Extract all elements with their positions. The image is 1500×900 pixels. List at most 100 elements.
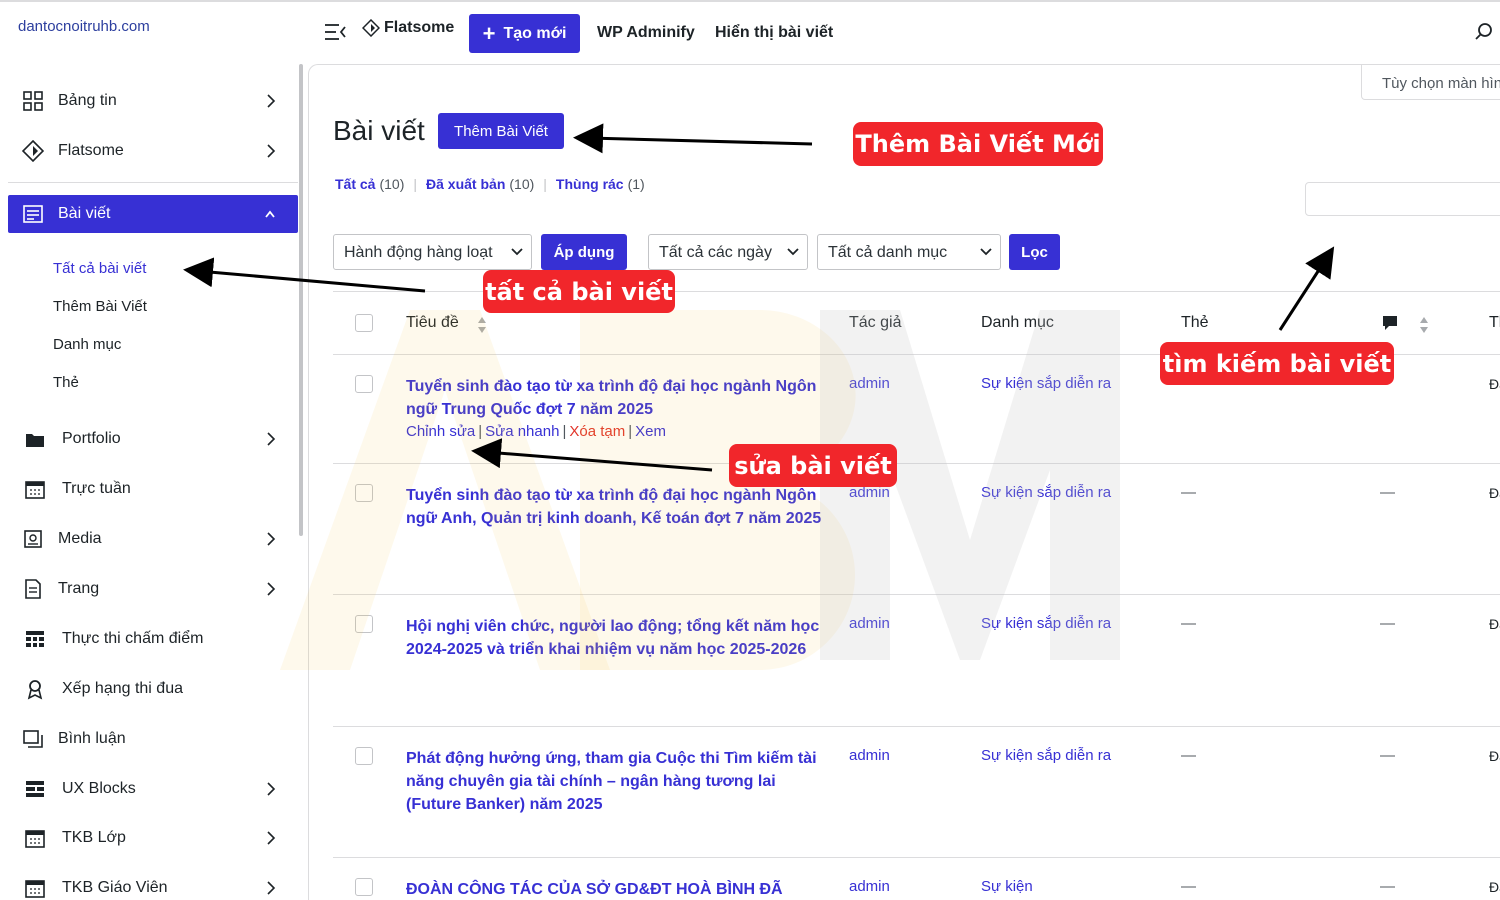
sidebar-item-duty[interactable]: Trực tuần (8, 470, 298, 508)
post-author-link[interactable]: admin (849, 615, 890, 632)
post-comments: — (1380, 747, 1395, 764)
sidebar-divider (8, 182, 298, 183)
post-category-link[interactable]: Sự kiện sắp diễn ra (981, 615, 1111, 632)
view-link[interactable]: Xem (635, 423, 666, 440)
sidebar-item-label: TKB Lớp (62, 829, 126, 846)
sidebar-item-posts[interactable]: Bài viết (8, 195, 298, 233)
sidebar-item-flatsome[interactable]: Flatsome (8, 132, 298, 170)
sidebar-item-dashboard[interactable]: Bảng tin (8, 82, 298, 120)
chevron-right-icon (267, 782, 276, 796)
sidebar-item-label: Flatsome (58, 142, 124, 159)
screen-options-tab[interactable]: Tùy chọn màn hình (1361, 65, 1500, 100)
show-posts-link[interactable]: Hiển thị bài viết (715, 24, 833, 42)
media-icon (24, 530, 42, 548)
column-title[interactable]: Tiêu đề (406, 314, 459, 332)
wp-adminify-link[interactable]: WP Adminify (597, 24, 695, 42)
main-content: Tùy chọn màn hình Bài viết Thêm Bài Viết… (308, 64, 1500, 900)
post-category-link[interactable]: Sự kiện sắp diễn ra (981, 747, 1111, 764)
table-row: ĐOÀN CÔNG TÁC CỦA SỞ GD&ĐT HOÀ BÌNH ĐÃ a… (333, 858, 1500, 900)
filter-trash-link[interactable]: Thùng rác (556, 176, 624, 192)
sidebar-item-teacher-timetable[interactable]: TKB Giáo Viên (8, 869, 298, 900)
chevron-right-icon (267, 432, 276, 446)
sidebar-item-class-timetable[interactable]: TKB Lớp (8, 819, 298, 857)
filter-all-link[interactable]: Tất cả (335, 176, 375, 192)
chevron-right-icon (267, 144, 276, 158)
submenu-categories[interactable]: Danh mục (53, 336, 121, 353)
post-category-link[interactable]: Sự kiện (981, 878, 1033, 895)
submenu-tags[interactable]: Thẻ (53, 374, 79, 391)
column-date[interactable]: Th (1489, 314, 1500, 332)
column-author: Tác giả (849, 314, 902, 331)
sidebar-item-label: Bài viết (58, 205, 111, 222)
sort-icon[interactable] (477, 316, 487, 334)
table-row: Phát động hưởng ứng, tham gia Cuộc thi T… (333, 727, 1500, 858)
action-separator: | (562, 423, 567, 440)
menu-collapse-icon[interactable] (324, 22, 346, 42)
add-new-post-button[interactable]: Thêm Bài Viết (438, 113, 564, 149)
sidebar-item-comments[interactable]: Bình luận (8, 720, 298, 758)
column-tags: Thẻ (1181, 314, 1209, 331)
chevron-down-icon (787, 248, 799, 256)
post-comments: — (1380, 484, 1395, 501)
comment-icon (23, 730, 43, 748)
calendar-icon (25, 481, 45, 499)
post-tags: — (1181, 747, 1196, 764)
sidebar-scrollbar[interactable] (299, 64, 303, 536)
post-date: Đã (1489, 879, 1500, 895)
sidebar-item-media[interactable]: Media (8, 520, 298, 558)
filter-separator: | (543, 176, 547, 192)
chevron-right-icon (267, 881, 276, 895)
submenu-all-posts[interactable]: Tất cả bài viết (53, 260, 146, 277)
select-all-checkbox[interactable] (355, 314, 373, 332)
row-checkbox[interactable] (355, 484, 373, 502)
post-status-filters: Tất cả (10) | Đã xuất bản (10) | Thùng r… (335, 176, 645, 192)
post-date: Đã 24 sá (1489, 376, 1500, 392)
sidebar-item-ux-blocks[interactable]: UX Blocks (8, 770, 298, 808)
post-category-link[interactable]: Sự kiện sắp diễn ra (981, 484, 1111, 501)
sidebar-item-pages[interactable]: Trang (8, 570, 298, 608)
category-filter-select[interactable]: Tất cả danh mục (817, 234, 1001, 270)
post-title-link[interactable]: Tuyển sinh đào tạo từ xa trình độ đại họ… (406, 375, 826, 421)
apply-button[interactable]: Áp dụng (541, 234, 627, 270)
row-checkbox[interactable] (355, 878, 373, 896)
quick-edit-link[interactable]: Sửa nhanh (485, 423, 559, 440)
flatsome-top-link[interactable]: Flatsome (362, 19, 454, 37)
bulk-action-select[interactable]: Hành động hàng loạt (333, 234, 532, 270)
sidebar-item-ranking[interactable]: Xếp hạng thi đua (8, 670, 298, 708)
calendar-icon (25, 880, 45, 898)
post-title-link[interactable]: ĐOÀN CÔNG TÁC CỦA SỞ GD&ĐT HOÀ BÌNH ĐÃ (406, 878, 826, 900)
comment-bubble-icon[interactable] (1381, 314, 1399, 332)
submenu-add-post[interactable]: Thêm Bài Viết (53, 298, 147, 315)
post-comments: — (1380, 615, 1395, 632)
search-posts-input[interactable] (1305, 182, 1500, 216)
post-title-link[interactable]: Hội nghị viên chức, người lao động; tổng… (406, 615, 826, 661)
post-author-link[interactable]: admin (849, 747, 890, 764)
filter-published-count: (10) (509, 176, 535, 192)
post-author-link[interactable]: admin (849, 878, 890, 895)
post-category-link[interactable]: Sự kiện sắp diễn ra (981, 375, 1111, 392)
filter-all-count: (10) (379, 176, 405, 192)
post-author-link[interactable]: admin (849, 375, 890, 392)
new-content-button[interactable]: + Tạo mới (469, 14, 580, 53)
search-icon[interactable] (1474, 22, 1494, 42)
edit-link[interactable]: Chỉnh sửa (406, 423, 475, 440)
post-title-link[interactable]: Tuyển sinh đào tạo từ xa trình độ đại họ… (406, 484, 826, 530)
row-checkbox[interactable] (355, 615, 373, 633)
filter-button[interactable]: Lọc (1009, 234, 1060, 270)
trash-link[interactable]: Xóa tạm (569, 423, 625, 440)
site-name-link[interactable]: dantocnoitruhb.com (18, 18, 150, 35)
chevron-down-icon (511, 248, 523, 256)
sidebar-item-portfolio[interactable]: Portfolio (8, 420, 298, 458)
sidebar-item-scoring[interactable]: Thực thi chấm điểm (8, 620, 298, 658)
post-tags: — (1181, 484, 1196, 501)
row-checkbox[interactable] (355, 375, 373, 393)
sort-icon[interactable] (1419, 316, 1429, 334)
sidebar-item-label: Bảng tin (58, 92, 117, 109)
filter-published-link[interactable]: Đã xuất bản (426, 176, 505, 192)
row-checkbox[interactable] (355, 747, 373, 765)
callout-search-posts: tìm kiếm bài viết (1160, 342, 1394, 385)
chevron-right-icon (267, 831, 276, 845)
post-title-link[interactable]: Phát động hưởng ứng, tham gia Cuộc thi T… (406, 747, 826, 816)
date-filter-select[interactable]: Tất cả các ngày (648, 234, 808, 270)
award-icon (27, 680, 43, 700)
